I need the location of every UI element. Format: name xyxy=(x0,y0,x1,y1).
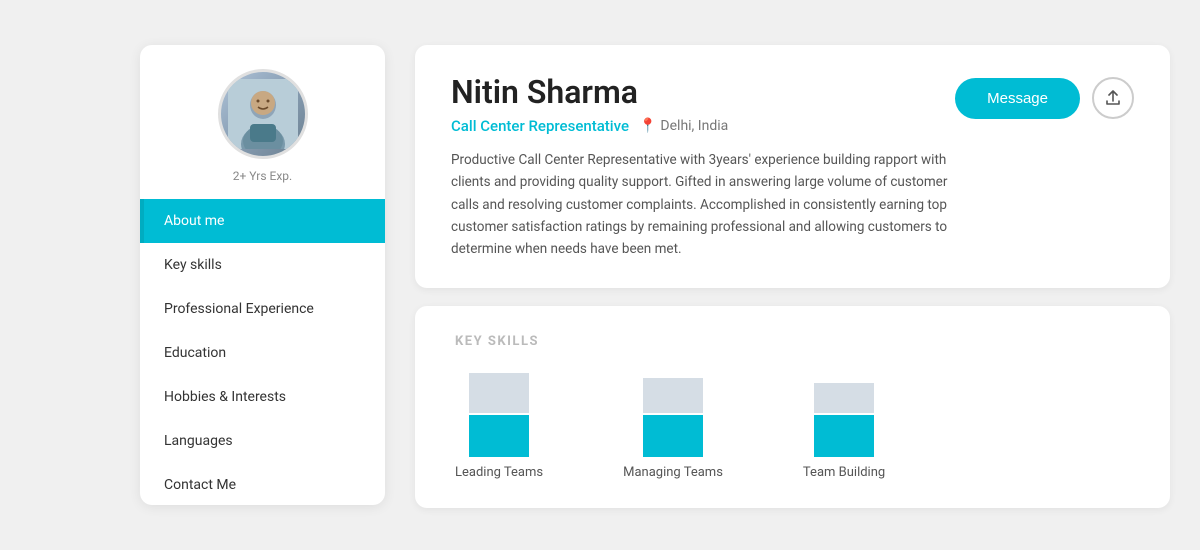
bar-bottom xyxy=(643,415,703,457)
sidebar-item-key-skills[interactable]: Key skills xyxy=(140,243,385,287)
main-content: Nitin Sharma Call Center Representative … xyxy=(385,0,1200,550)
share-button[interactable] xyxy=(1092,77,1134,119)
nav-list: About me Key skills Professional Experie… xyxy=(140,199,385,507)
sidebar-item-languages[interactable]: Languages xyxy=(140,419,385,463)
sidebar-item-professional-experience[interactable]: Professional Experience xyxy=(140,287,385,331)
bar-top xyxy=(643,378,703,413)
bar-bottom xyxy=(469,415,529,457)
skill-bar-leading-teams xyxy=(469,373,529,457)
profile-title: Call Center Representative xyxy=(451,117,629,135)
skill-label-managing-teams: Managing Teams xyxy=(623,465,723,480)
message-button[interactable]: Message xyxy=(955,78,1080,119)
avatar xyxy=(218,69,308,159)
sidebar-item-education[interactable]: Education xyxy=(140,331,385,375)
profile-name: Nitin Sharma xyxy=(451,73,955,111)
sidebar-item-contact-me[interactable]: Contact Me xyxy=(140,463,385,507)
sidebar: 2+ Yrs Exp. About me Key skills Professi… xyxy=(140,45,385,505)
profile-section: Nitin Sharma Call Center Representative … xyxy=(415,45,1170,288)
profile-actions: Message xyxy=(955,77,1134,119)
skill-item-managing-teams: Managing Teams xyxy=(623,378,723,480)
bar-top xyxy=(814,383,874,413)
skill-bar-team-building xyxy=(814,383,874,457)
skill-bar-managing-teams xyxy=(643,378,703,457)
skills-bars: Leading Teams Managing Teams Team Buildi… xyxy=(455,373,1130,480)
location-icon: 📍 xyxy=(639,118,656,134)
share-icon xyxy=(1105,90,1121,106)
skill-item-team-building: Team Building xyxy=(803,383,885,480)
skill-item-leading-teams: Leading Teams xyxy=(455,373,543,480)
exp-label: 2+ Yrs Exp. xyxy=(233,169,292,183)
skill-label-leading-teams: Leading Teams xyxy=(455,465,543,480)
profile-info: Nitin Sharma Call Center Representative … xyxy=(451,73,955,260)
profile-location: 📍 Delhi, India xyxy=(639,118,728,134)
skills-section: KEY SKILLS Leading Teams Managing Teams xyxy=(415,306,1170,508)
profile-bio: Productive Call Center Representative wi… xyxy=(451,149,955,260)
skill-label-team-building: Team Building xyxy=(803,465,885,480)
profile-title-row: Call Center Representative 📍 Delhi, Indi… xyxy=(451,117,955,135)
skills-title: KEY SKILLS xyxy=(455,334,1130,349)
sidebar-item-hobbies-interests[interactable]: Hobbies & Interests xyxy=(140,375,385,419)
sidebar-item-about-me[interactable]: About me xyxy=(140,199,385,243)
bar-top xyxy=(469,373,529,413)
location-text: Delhi, India xyxy=(660,118,728,134)
bar-bottom xyxy=(814,415,874,457)
